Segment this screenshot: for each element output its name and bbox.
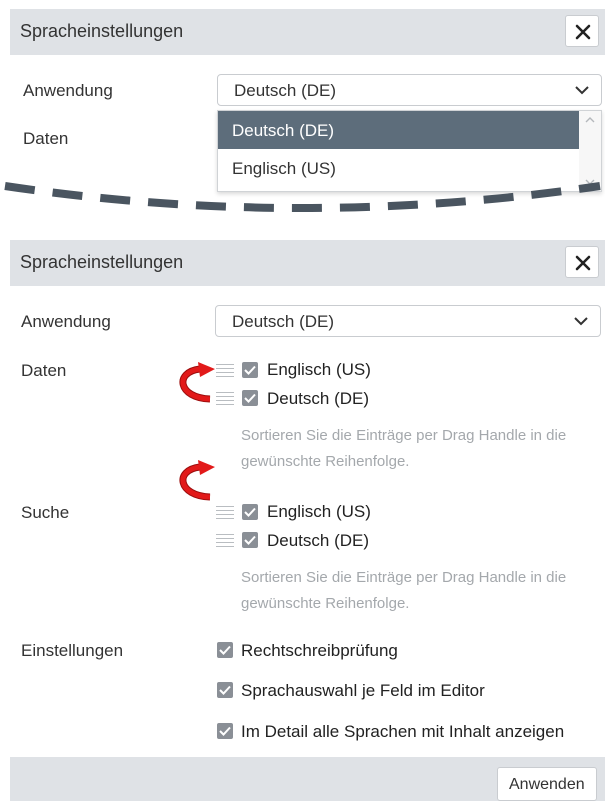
search-sort-hint: Sortieren Sie die Einträge per Drag Hand… [241, 569, 567, 612]
drag-handle-icon[interactable] [216, 506, 234, 520]
spellcheck-checkbox[interactable] [217, 642, 233, 658]
chevron-down-icon [575, 86, 589, 95]
application-select[interactable]: Deutsch (DE) [215, 305, 601, 337]
field-language-label: Sprachauswahl je Feld im Editor [241, 681, 485, 700]
checkmark-icon [244, 393, 256, 403]
settings-label: Einstellungen [21, 641, 124, 660]
data-deutsch-checkbox[interactable] [242, 390, 258, 406]
show-all-languages-checkbox[interactable] [217, 723, 233, 739]
data-label: Daten [23, 129, 69, 148]
checkmark-icon [219, 685, 231, 695]
scroll-up-icon [585, 117, 595, 123]
drag-handle-icon[interactable] [216, 534, 234, 548]
apply-button-label: Anwenden [509, 776, 585, 793]
application-select[interactable]: Deutsch (DE) [217, 74, 602, 106]
chevron-down-icon [574, 317, 588, 326]
search-deutsch-checkbox[interactable] [242, 532, 258, 548]
spellcheck-label: Rechtschreibprüfung [241, 641, 398, 660]
dialog-footer: Anwenden [10, 757, 605, 801]
checkmark-icon [219, 726, 231, 736]
reorder-arrow-icon [179, 362, 215, 403]
show-all-languages-label: Im Detail alle Sprachen mit Inhalt anzei… [241, 722, 565, 741]
dropdown-option-deutsch[interactable]: Deutsch (DE) [218, 111, 579, 149]
data-label: Daten [21, 361, 67, 380]
apply-button[interactable]: Anwenden [497, 767, 597, 801]
search-item-label: Deutsch (DE) [267, 531, 370, 550]
close-icon [575, 255, 591, 271]
data-item-label: Englisch (US) [267, 360, 371, 379]
field-language-checkbox[interactable] [217, 682, 233, 698]
close-button[interactable] [565, 246, 599, 278]
application-label: Anwendung [21, 312, 111, 331]
application-label: Anwendung [23, 81, 113, 100]
search-label: Suche [21, 503, 70, 522]
data-item-label: Deutsch (DE) [267, 389, 370, 408]
reorder-arrow-icon [179, 460, 215, 501]
checkmark-icon [244, 507, 256, 517]
application-select-value: Deutsch (DE) [234, 81, 337, 100]
option-label: Deutsch (DE) [232, 121, 335, 140]
checkmark-icon [219, 645, 231, 655]
search-item-label: Englisch (US) [267, 502, 371, 521]
data-sort-hint: Sortieren Sie die Einträge per Drag Hand… [241, 427, 567, 470]
bottom-titlebar: Spracheinstellungen [10, 240, 605, 286]
data-englisch-checkbox[interactable] [242, 362, 258, 378]
dialog-title: Spracheinstellungen [20, 252, 184, 272]
application-select-value: Deutsch (DE) [232, 312, 335, 331]
cut-line-separator [4, 182, 601, 212]
checkmark-icon [244, 365, 256, 375]
top-titlebar: Spracheinstellungen [10, 9, 605, 55]
checkmark-icon [244, 535, 256, 545]
close-icon [575, 24, 591, 40]
dialog-title: Spracheinstellungen [20, 21, 184, 41]
search-englisch-checkbox[interactable] [242, 504, 258, 520]
close-button[interactable] [565, 15, 599, 47]
